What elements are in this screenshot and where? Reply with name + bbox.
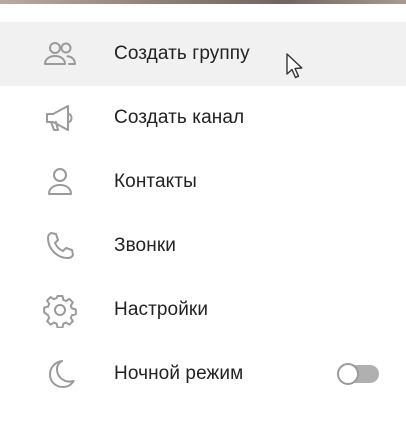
gear-icon — [40, 290, 80, 330]
toggle-knob — [337, 363, 359, 385]
phone-icon — [40, 226, 80, 266]
menu-item-calls[interactable]: Звонки — [0, 214, 406, 278]
menu-item-create-group[interactable]: Создать группу — [0, 22, 406, 86]
header-background-strip — [0, 0, 406, 4]
megaphone-icon — [40, 98, 80, 138]
mouse-cursor-icon — [286, 53, 303, 79]
main-menu: Создать группу Создать канал Контакты Зв… — [0, 22, 406, 406]
menu-item-settings[interactable]: Настройки — [0, 278, 406, 342]
menu-item-night-mode[interactable]: Ночной режим — [0, 342, 406, 406]
menu-item-label: Создать канал — [114, 107, 245, 128]
person-icon — [40, 162, 80, 202]
moon-icon — [40, 354, 80, 394]
menu-item-label: Создать группу — [114, 43, 250, 64]
night-mode-toggle[interactable] — [335, 363, 381, 385]
menu-item-create-channel[interactable]: Создать канал — [0, 86, 406, 150]
menu-item-label: Звонки — [114, 235, 176, 256]
group-icon — [40, 34, 80, 74]
menu-item-label: Ночной режим — [114, 363, 244, 384]
menu-item-label: Контакты — [114, 171, 197, 192]
menu-item-label: Настройки — [114, 299, 209, 320]
menu-item-contacts[interactable]: Контакты — [0, 150, 406, 214]
